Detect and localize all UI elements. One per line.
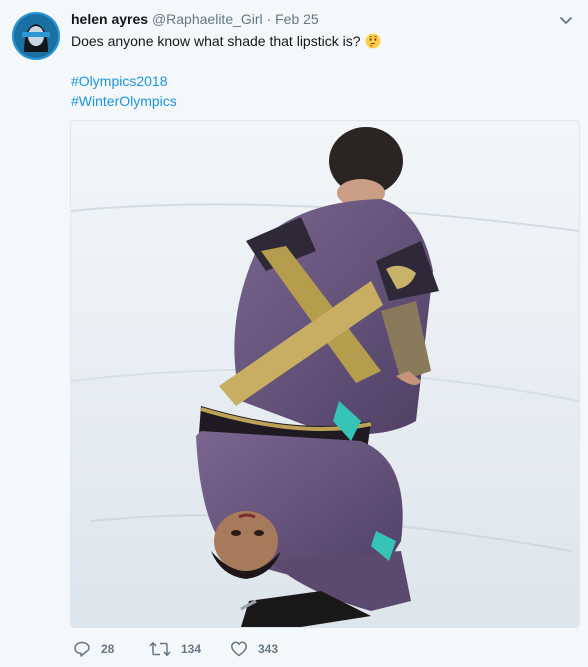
hashtag-olympics2018[interactable]: #Olympics2018 (71, 72, 168, 90)
tweet-text-content: Does anyone know what shade that lipstic… (71, 33, 361, 49)
retweet-button[interactable]: 134 (149, 639, 201, 659)
separator-dot: · (266, 11, 272, 27)
heart-icon (231, 641, 247, 657)
thinking-face-emoji-icon (365, 33, 381, 49)
chevron-down-icon[interactable] (558, 12, 574, 28)
reply-button[interactable]: 28 (73, 639, 114, 659)
display-name[interactable]: helen ayres (71, 11, 148, 27)
reply-count: 28 (101, 642, 115, 656)
like-count: 343 (258, 642, 279, 656)
reply-icon (74, 641, 90, 657)
tweet: helen ayres @Raphaelite_Girl · Feb 25 Do… (0, 0, 588, 667)
avatar[interactable] (12, 12, 60, 60)
tweet-text: Does anyone know what shade that lipstic… (71, 31, 571, 51)
tweet-date[interactable]: Feb 25 (275, 11, 319, 27)
tweet-photo[interactable] (70, 120, 580, 628)
user-handle[interactable]: @Raphaelite_Girl (152, 11, 263, 27)
retweet-count: 134 (181, 642, 202, 656)
like-button[interactable]: 343 (230, 639, 278, 659)
hashtag-winterolympics[interactable]: #WinterOlympics (71, 92, 177, 110)
retweet-icon (149, 642, 171, 656)
tweet-header: helen ayres @Raphaelite_Girl · Feb 25 (71, 10, 319, 28)
